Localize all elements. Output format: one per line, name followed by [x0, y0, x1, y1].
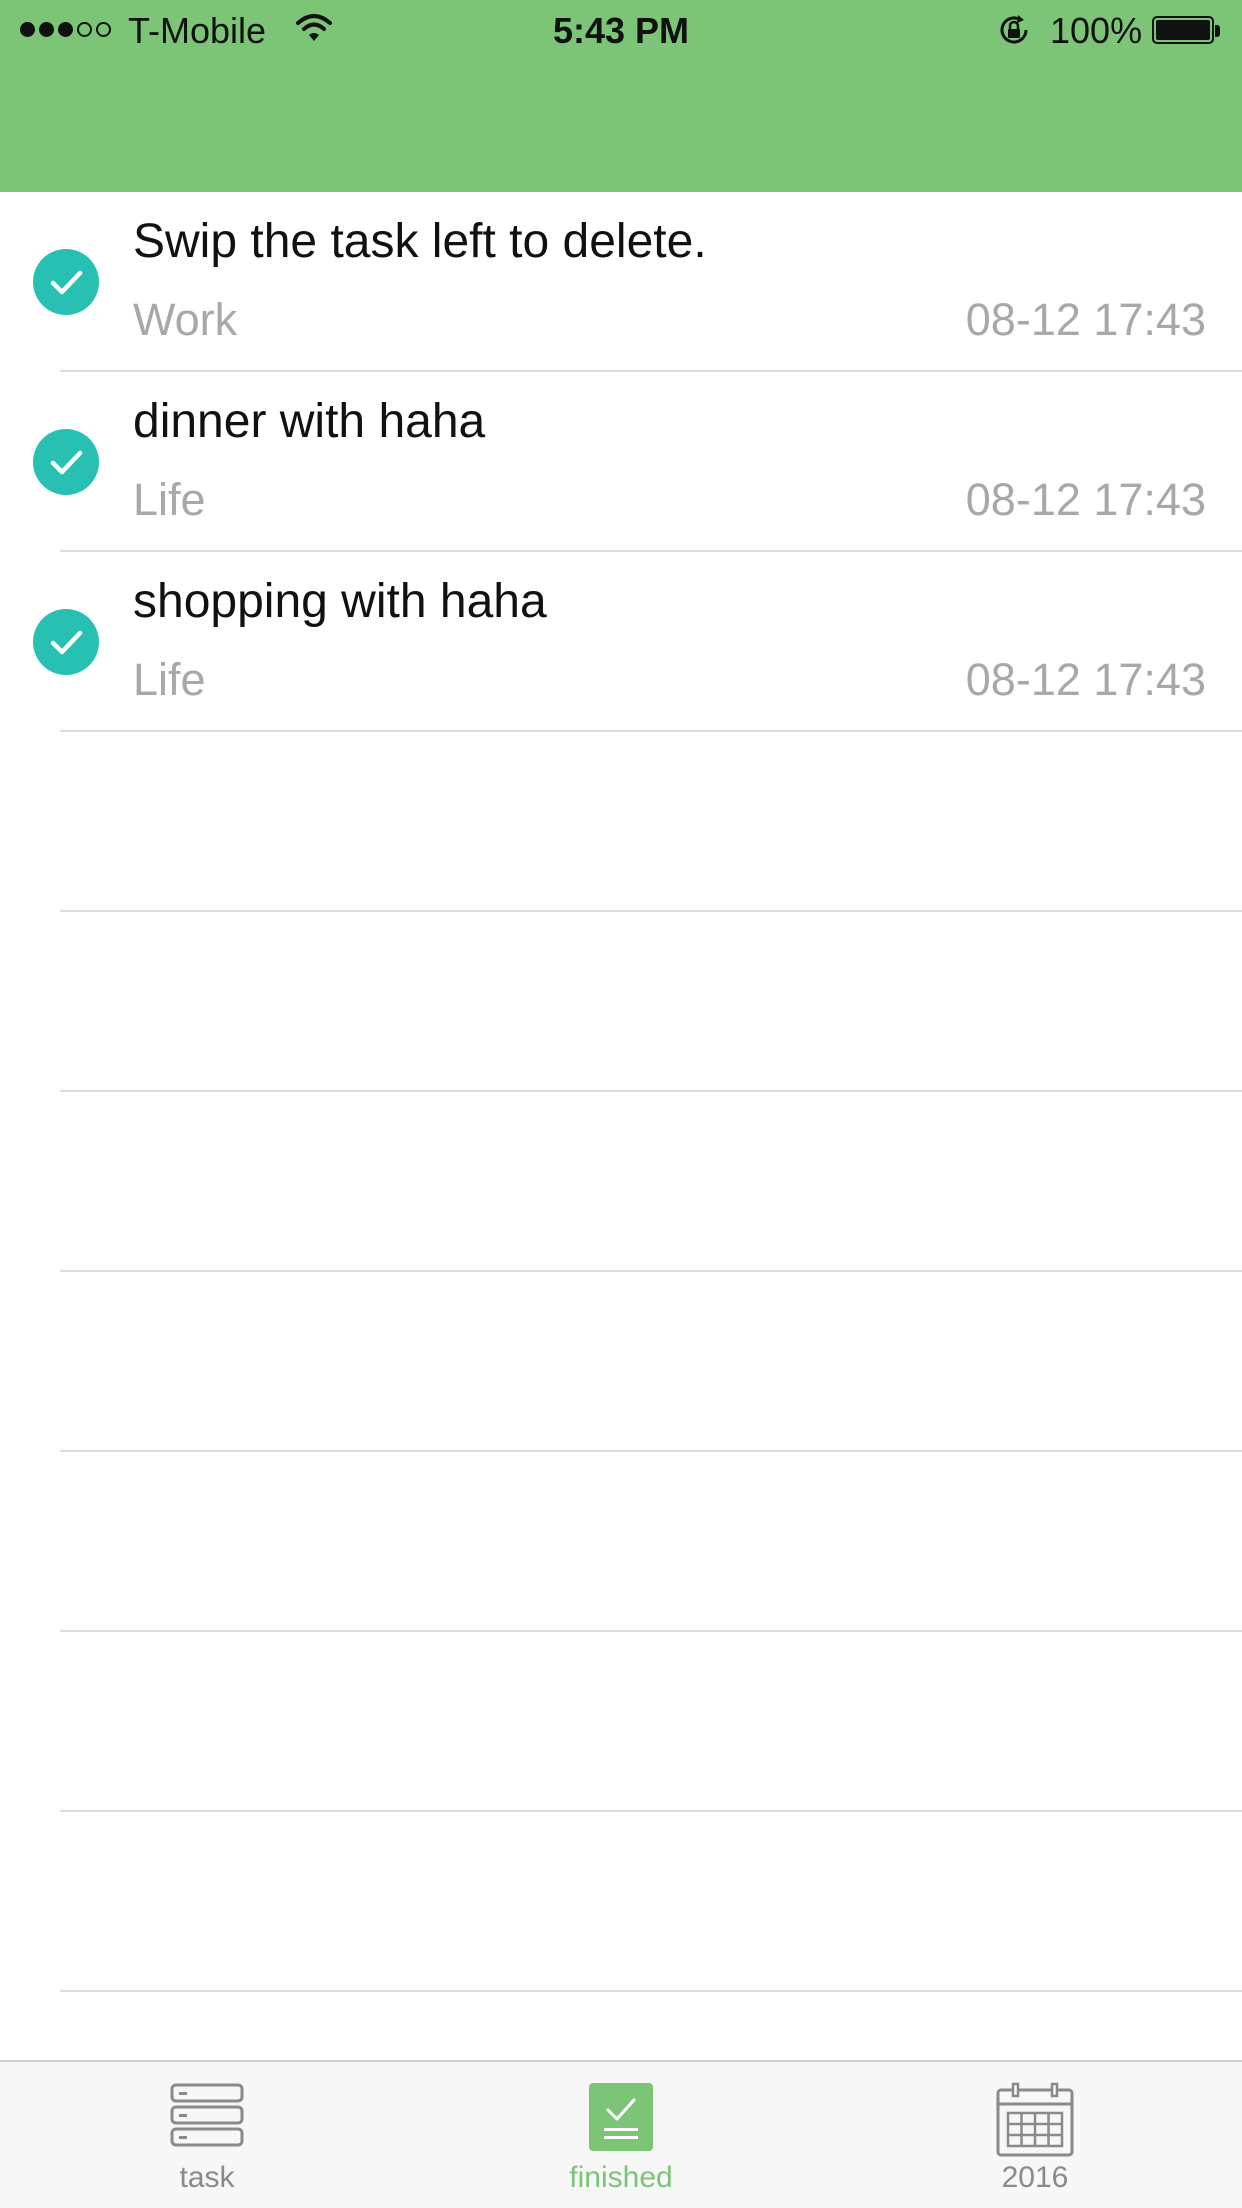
- task-title: dinner with haha: [133, 395, 486, 448]
- empty-row: [0, 1452, 1242, 1632]
- status-bar: T-Mobile 5:43 PM 100%: [0, 0, 1242, 62]
- empty-row: [0, 1272, 1242, 1452]
- empty-row: [0, 1812, 1242, 1992]
- rotation-lock-icon: [1000, 15, 1028, 44]
- finished-check-icon: [589, 2083, 653, 2151]
- tab-2016[interactable]: 2016: [828, 2062, 1242, 2208]
- completed-check-icon[interactable]: [33, 609, 99, 675]
- list-stack-icon: [170, 2083, 244, 2147]
- tab-bar: task finished 2016: [0, 2060, 1242, 2208]
- task-title: Swip the task left to delete.: [133, 215, 707, 268]
- header-bar: T-Mobile 5:43 PM 100%: [0, 0, 1242, 192]
- battery-percent: 100%: [1050, 10, 1143, 51]
- task-time: 08-12 17:43: [965, 294, 1206, 345]
- task-row[interactable]: shopping with haha Life 08-12 17:43: [0, 552, 1242, 732]
- empty-row: [0, 1092, 1242, 1272]
- task-time: 08-12 17:43: [965, 654, 1206, 705]
- task-category: Work: [133, 294, 238, 345]
- task-title: shopping with haha: [133, 575, 547, 628]
- tab-label: finished: [569, 2161, 673, 2194]
- empty-row: [0, 912, 1242, 1092]
- completed-check-icon[interactable]: [33, 249, 99, 315]
- finished-task-list: Swip the task left to delete. Work 08-12…: [0, 192, 1242, 1992]
- task-row[interactable]: dinner with haha Life 08-12 17:43: [0, 372, 1242, 552]
- tab-label: 2016: [1001, 2161, 1069, 2194]
- tab-task[interactable]: task: [0, 2062, 414, 2208]
- task-category: Life: [133, 654, 206, 705]
- calendar-icon: [996, 2082, 1074, 2157]
- tab-label: task: [179, 2161, 235, 2194]
- task-row[interactable]: Swip the task left to delete. Work 08-12…: [0, 192, 1242, 372]
- task-time: 08-12 17:43: [965, 474, 1206, 525]
- row-separator: [60, 1990, 1242, 1992]
- tab-finished[interactable]: finished: [414, 2062, 828, 2208]
- empty-row: [0, 732, 1242, 912]
- empty-row: [0, 1632, 1242, 1812]
- completed-check-icon[interactable]: [33, 429, 99, 495]
- task-category: Life: [133, 474, 206, 525]
- battery-icon: [1152, 16, 1222, 46]
